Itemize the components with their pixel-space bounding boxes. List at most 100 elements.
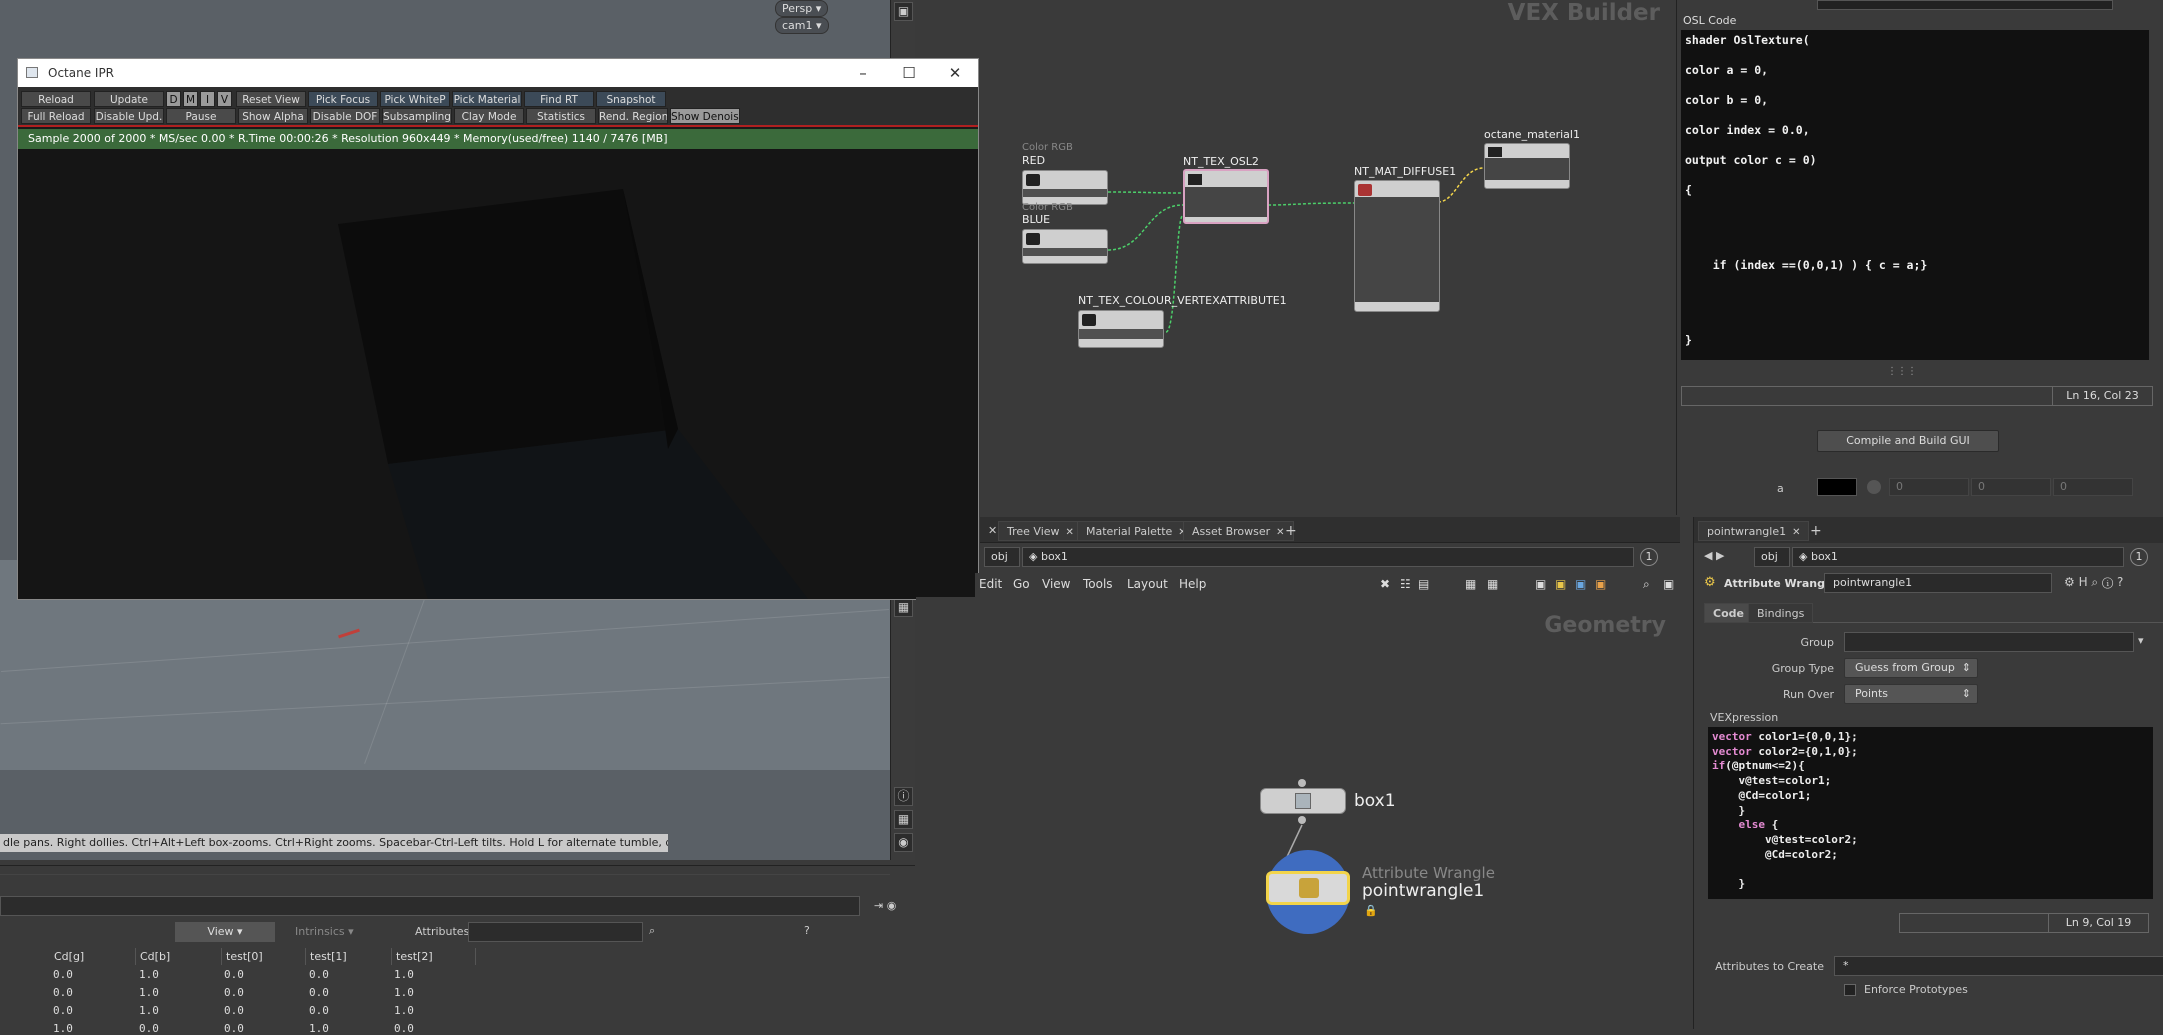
v-button[interactable]: V (217, 91, 232, 107)
gear-icon[interactable]: ⚙ H ⌕ ⓘ ? (2064, 575, 2123, 590)
attributes-to-create-field[interactable]: * (1834, 956, 2163, 976)
image-icon[interactable]: ▣ (1575, 577, 1586, 591)
subsampling-button[interactable]: Subsampling (382, 108, 452, 124)
update-button[interactable]: Update (94, 91, 164, 107)
param-a-color-swatch[interactable] (1817, 478, 1857, 496)
table-icon[interactable]: ▦ (1487, 577, 1498, 591)
camera-dropdown[interactable]: cam1 ▾ (775, 17, 829, 34)
param-a-value-b[interactable]: 0 (2053, 478, 2133, 496)
path-obj[interactable]: obj (1754, 547, 1790, 567)
filter-icon[interactable]: ⌕ (649, 924, 655, 938)
vex-code-editor[interactable]: vector color1={0,0,1}; vector color2={0,… (1708, 727, 2153, 899)
persp-dropdown[interactable]: Persp ▾ (775, 0, 829, 17)
octane-ipr-window[interactable]: Octane IPR – ☐ ✕ Reload Update D M I V R… (17, 58, 979, 600)
subtab-bindings[interactable]: Bindings (1748, 603, 1814, 623)
render-region-button[interactable]: Rend. Region (598, 108, 668, 124)
resize-handle[interactable]: ⋮⋮⋮ (1887, 366, 1917, 377)
node-osl[interactable] (1183, 169, 1269, 224)
pause-button[interactable]: Pause (166, 108, 236, 124)
snapshot-icon[interactable]: ◉ (894, 833, 913, 852)
search-icon[interactable]: ⌕ (1643, 577, 1650, 592)
display-options-icon[interactable]: ▦ (894, 598, 913, 617)
node-red[interactable] (1022, 170, 1108, 205)
group-type-dropdown[interactable]: Guess from Group ⇕ (1844, 658, 1978, 678)
grid-view-icon[interactable]: ▦ (1465, 577, 1476, 591)
add-tab-icon[interactable]: + (1277, 521, 1305, 541)
find-rt-button[interactable]: Find RT (524, 91, 594, 107)
sheet-path-field[interactable] (0, 896, 860, 916)
camera-icon[interactable]: ▣ (894, 2, 913, 21)
run-over-dropdown[interactable]: Points ⇕ (1844, 684, 1978, 704)
menu-tools[interactable]: Tools (1083, 577, 1113, 591)
preview-icon[interactable]: ▣ (1663, 577, 1674, 591)
tab-material-palette[interactable]: Material Palette✕ (1077, 521, 1196, 541)
pin-icon[interactable]: ⇥ ◉ (874, 899, 896, 912)
close-icon[interactable]: ✕ (932, 59, 978, 87)
intrinsics-dropdown[interactable]: Intrinsics ▾ (295, 925, 354, 938)
disable-update-button[interactable]: Disable Upd. (94, 108, 164, 124)
pick-whitep-button[interactable]: Pick WhiteP (380, 91, 450, 107)
list-icon[interactable]: ▤ (1418, 577, 1429, 591)
pin-icon[interactable]: 1 (2130, 548, 2148, 566)
param-a-value-r[interactable]: 0 (1889, 478, 1969, 496)
view-dropdown[interactable]: View ▾ (175, 922, 275, 942)
note-icon[interactable]: ▣ (1535, 577, 1546, 591)
compile-button[interactable]: Compile and Build GUI (1817, 430, 1999, 452)
path-node[interactable]: ◈ box1 (1022, 547, 1634, 567)
tools-icon[interactable]: ✖ (1380, 577, 1390, 591)
box-icon[interactable]: ▣ (1595, 577, 1606, 591)
input-port[interactable] (1298, 779, 1306, 787)
menu-view[interactable]: View (1042, 577, 1070, 591)
param-a-value-g[interactable]: 0 (1971, 478, 2051, 496)
show-denoise-button[interactable]: Show Denoise (670, 108, 740, 124)
vex-builder-network[interactable]: VEX Builder Color RGB RED Color RGB BLUE… (916, 0, 1676, 515)
i-button[interactable]: I (200, 91, 215, 107)
color-picker-icon[interactable] (1867, 480, 1881, 494)
subtab-code[interactable]: Code (1704, 603, 1753, 623)
reload-button[interactable]: Reload (21, 91, 91, 107)
pick-material-button[interactable]: Pick Material (452, 91, 522, 107)
path-obj[interactable]: obj (984, 547, 1020, 567)
group-field[interactable] (1844, 632, 2134, 652)
statistics-button[interactable]: Statistics (526, 108, 596, 124)
clay-mode-button[interactable]: Clay Mode (454, 108, 524, 124)
snapshot-button[interactable]: Snapshot (596, 91, 666, 107)
node-diffuse[interactable] (1354, 180, 1440, 312)
show-alpha-button[interactable]: Show Alpha (238, 108, 308, 124)
node-octane-material[interactable] (1484, 143, 1570, 189)
menu-go[interactable]: Go (1013, 577, 1030, 591)
node-name-field[interactable]: pointwrangle1 (1824, 573, 2052, 593)
disable-dof-button[interactable]: Disable DOF (310, 108, 380, 124)
node-pointwrangle1[interactable] (1266, 871, 1350, 905)
menu-help[interactable]: Help (1179, 577, 1206, 591)
reset-view-button[interactable]: Reset View (236, 91, 306, 107)
grid-icon[interactable]: ▦ (894, 810, 913, 829)
enforce-prototypes-checkbox[interactable] (1844, 984, 1856, 996)
tab-tree-view[interactable]: Tree View ✕ (998, 521, 1083, 541)
tree-icon[interactable]: ☷ (1400, 577, 1411, 591)
path-node[interactable]: ◈ box1 (1792, 547, 2124, 567)
tab-pointwrangle1[interactable]: pointwrangle1 ✕ (1698, 521, 1810, 541)
menu-edit[interactable]: Edit (979, 577, 1002, 591)
pin-icon[interactable]: 1 (1640, 548, 1658, 566)
filename-field[interactable] (1817, 0, 2113, 10)
pick-focus-button[interactable]: Pick Focus (308, 91, 378, 107)
node-vertex-attr[interactable] (1078, 310, 1164, 348)
output-port[interactable] (1298, 816, 1306, 824)
m-button[interactable]: M (183, 91, 198, 107)
sticky-icon[interactable]: ▣ (1555, 577, 1566, 591)
group-dropdown-icon[interactable]: ▾ (2138, 634, 2144, 647)
add-tab-icon[interactable]: + (1802, 521, 1830, 541)
maximize-icon[interactable]: ☐ (886, 59, 932, 87)
d-button[interactable]: D (166, 91, 181, 107)
minimize-icon[interactable]: – (840, 59, 886, 87)
menu-layout[interactable]: Layout (1127, 577, 1168, 591)
ipr-render-view[interactable] (18, 149, 978, 599)
ipr-titlebar[interactable]: Octane IPR – ☐ ✕ (18, 59, 978, 87)
back-icon[interactable]: ◀ ▶ (1704, 549, 1724, 562)
node-blue[interactable] (1022, 229, 1108, 264)
attributes-filter-field[interactable] (468, 922, 643, 942)
info-icon[interactable]: ⓘ (894, 787, 913, 806)
full-reload-button[interactable]: Full Reload (21, 108, 91, 124)
osl-code-editor[interactable]: shader OslTexture( color a = 0, color b … (1681, 30, 2149, 360)
